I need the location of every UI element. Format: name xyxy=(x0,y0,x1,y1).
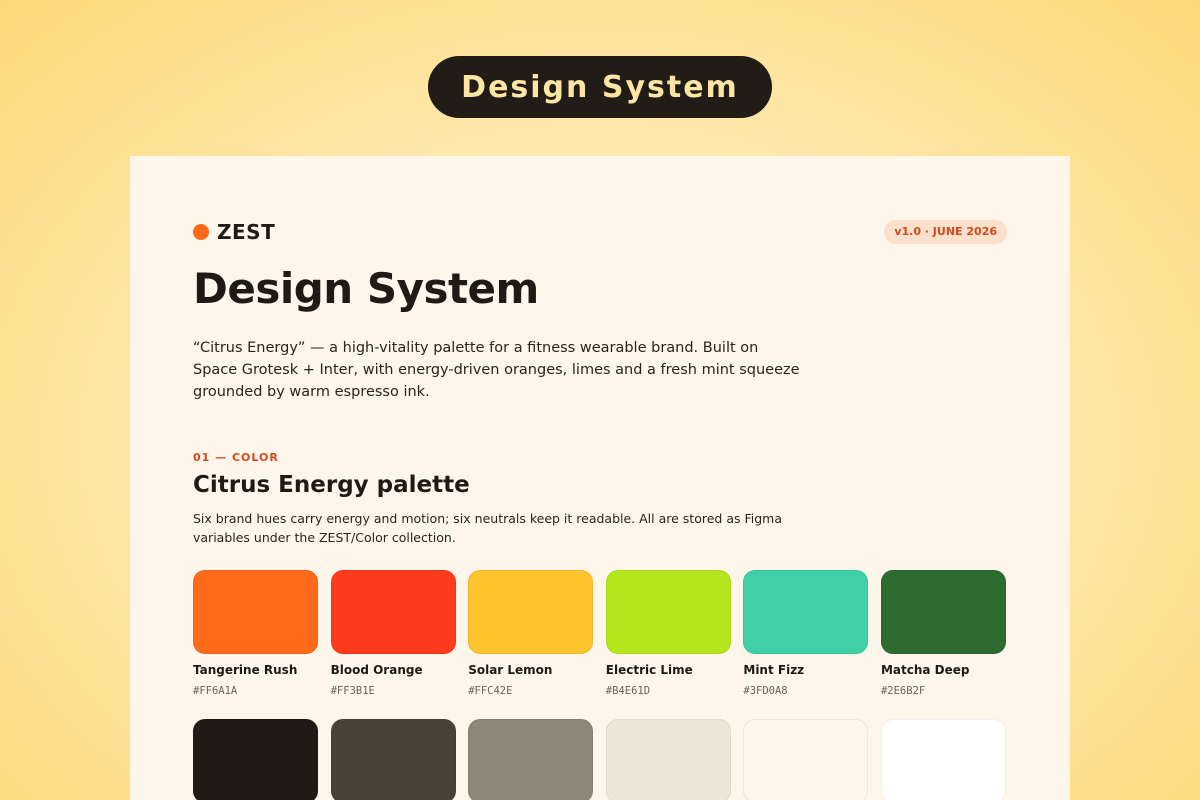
swatch-chip[interactable] xyxy=(605,570,731,654)
swatch-chip[interactable] xyxy=(193,719,318,800)
version-badge: v1.0 · JUNE 2026 xyxy=(884,220,1007,244)
swatch-name: Matcha Deep xyxy=(880,663,970,677)
color-swatch[interactable]: Matcha Deep #2E6B2F xyxy=(880,570,1006,697)
swatch-chip[interactable] xyxy=(880,570,1006,654)
color-swatch[interactable]: Electric Lime #B4E61D xyxy=(605,570,731,697)
brand-swatch-row: Tangerine Rush #FF6A1A Blood Orange #FF3… xyxy=(193,570,1006,697)
section-label: 01 — COLOR xyxy=(193,451,279,464)
neutral-swatch[interactable] xyxy=(605,719,731,800)
design-system-card: ZEST v1.0 · JUNE 2026 Design System “Cit… xyxy=(130,156,1070,800)
swatch-hex: #2E6B2F xyxy=(880,685,926,697)
brand-logo: ZEST xyxy=(193,220,275,244)
swatch-hex: #3FD0A8 xyxy=(743,685,788,697)
swatch-chip[interactable] xyxy=(468,570,594,654)
neutral-swatch-row xyxy=(193,719,1006,800)
page-description: “Citrus Energy” — a high-vitality palett… xyxy=(193,340,800,400)
swatch-chip[interactable] xyxy=(193,570,318,654)
section-description: Six brand hues carry energy and motion; … xyxy=(193,511,782,545)
swatch-hex: #FF6A1A xyxy=(193,685,238,697)
swatch-chip[interactable] xyxy=(743,570,869,654)
swatch-name: Tangerine Rush xyxy=(193,663,298,677)
swatch-name: Solar Lemon xyxy=(468,663,553,677)
color-swatch[interactable]: Mint Fizz #3FD0A8 xyxy=(743,570,869,697)
swatch-hex: #FFC42E xyxy=(468,685,513,697)
color-swatch[interactable]: Blood Orange #FF3B1E xyxy=(330,570,456,697)
color-swatch[interactable]: Tangerine Rush #FF6A1A xyxy=(193,570,318,697)
swatch-chip[interactable] xyxy=(330,719,456,800)
swatch-hex: #FF3B1E xyxy=(330,685,375,697)
color-swatch[interactable]: Solar Lemon #FFC42E xyxy=(468,570,594,697)
brand-dot-icon xyxy=(193,224,209,240)
swatch-chip[interactable] xyxy=(743,719,869,800)
swatch-chip[interactable] xyxy=(468,719,594,800)
swatch-name: Blood Orange xyxy=(330,663,423,677)
brand-name: ZEST xyxy=(217,220,276,244)
header-pill-label: Design System xyxy=(461,69,739,105)
swatch-hex: #B4E61D xyxy=(605,685,651,697)
neutral-swatch[interactable] xyxy=(743,719,869,800)
swatch-chip[interactable] xyxy=(605,719,731,800)
swatch-name: Mint Fizz xyxy=(743,663,805,677)
neutral-swatch[interactable] xyxy=(330,719,456,800)
swatch-chip[interactable] xyxy=(880,719,1006,800)
neutral-swatch[interactable] xyxy=(193,719,318,800)
neutral-swatch[interactable] xyxy=(880,719,1006,800)
page-title: Design System xyxy=(193,264,539,313)
swatch-name: Electric Lime xyxy=(605,663,693,677)
neutral-swatch[interactable] xyxy=(468,719,594,800)
section-title: Citrus Energy palette xyxy=(193,472,470,498)
header-pill: Design System xyxy=(428,56,772,118)
swatch-chip[interactable] xyxy=(330,570,456,654)
